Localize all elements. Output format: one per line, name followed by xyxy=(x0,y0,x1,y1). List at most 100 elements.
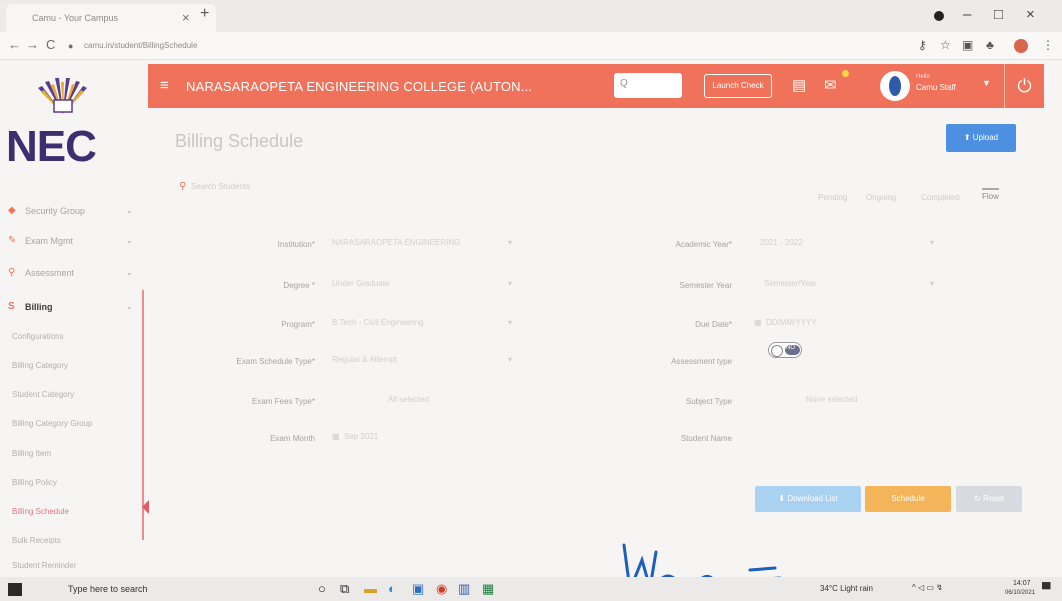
semester-year-select[interactable]: Semester/Year xyxy=(764,279,817,288)
sidebar-subitem-label: Student Category xyxy=(12,390,75,399)
sidebar-subitem-label: Billing Category xyxy=(12,361,69,370)
sidebar-subitem-student-category[interactable]: Student Category xyxy=(0,386,148,406)
tab-pending[interactable]: Pending xyxy=(818,193,847,202)
sidebar-subitem-billing-category[interactable]: Billing Category xyxy=(0,357,148,377)
chevron-down-icon[interactable]: ▼ xyxy=(982,78,991,88)
degree-select[interactable]: Under Graduate xyxy=(332,279,389,288)
excel-icon[interactable]: ▦ xyxy=(482,581,494,597)
sidebar-item-label: Assessment xyxy=(25,268,75,278)
sidebar-item-label: Billing xyxy=(25,302,53,312)
assessment-type-toggle[interactable]: NO xyxy=(768,342,802,358)
windows-start-icon[interactable] xyxy=(8,583,22,596)
logo-text: NEC xyxy=(6,122,97,171)
profile-icon[interactable] xyxy=(1014,39,1028,53)
download-list-button[interactable]: ⬇ Download List xyxy=(755,486,861,512)
sidebar-subitem-billing-schedule[interactable]: Billing Schedule xyxy=(0,503,148,523)
exam-fees-type-select[interactable]: All selected xyxy=(388,395,429,404)
system-tray-icons[interactable]: ^ ◁ ▭ ↯ xyxy=(912,583,943,592)
schedule-button[interactable]: Schedule xyxy=(865,486,951,512)
record-icon xyxy=(934,11,944,21)
app-header: ≡ NARASARAOPETA ENGINEERING COLLEGE (AUT… xyxy=(148,64,1044,108)
sidebar-item-label: Security Group xyxy=(25,206,86,216)
header-search-input[interactable]: Q xyxy=(614,73,682,98)
sidebar-subitem-configurations[interactable]: Configurations xyxy=(0,328,148,348)
launch-check-button[interactable]: Launch Check xyxy=(704,74,772,98)
list-icon[interactable]: ▤ xyxy=(792,76,806,94)
sidebar-subitem-billing-item[interactable]: Billing Item xyxy=(0,445,148,465)
chrome-icon[interactable]: ◉ xyxy=(436,581,447,597)
subject-type-label: Subject Type xyxy=(685,397,732,406)
program-select[interactable]: B.Tech - Civil Engineering xyxy=(332,318,424,327)
chevron-down-icon: ⌄ xyxy=(126,268,133,277)
store-icon[interactable]: ▣ xyxy=(412,581,424,597)
sidebar-item-assessment[interactable]: ⚲ Assessment ⌄ xyxy=(0,263,148,285)
back-icon[interactable]: ← xyxy=(8,37,21,52)
academic-year-select[interactable]: 2021 - 2022 xyxy=(760,238,803,247)
exam-month-input[interactable]: Sep 2021 xyxy=(344,432,378,441)
student-name-label: Student Name xyxy=(680,434,732,443)
shield-icon: ◆ xyxy=(8,205,16,216)
sidebar-subitem-billing-category-group[interactable]: Billing Category Group xyxy=(0,415,148,435)
institution-select[interactable]: NARASARAOPETA ENGINEERING xyxy=(332,238,460,247)
lock-icon: ● xyxy=(68,41,74,51)
maximize-icon[interactable]: □ xyxy=(994,6,1003,23)
exam-schedule-type-select[interactable]: Regular & Attempt xyxy=(332,355,397,364)
taskbar: Type here to search ○ ⧉ ▬ ◐ ▣ ◉ ▥ ▦ 34°C… xyxy=(0,577,1062,601)
minimize-icon[interactable]: – xyxy=(963,6,971,23)
reload-icon[interactable]: C xyxy=(46,37,55,52)
task-view-icon[interactable]: ⧉ xyxy=(340,581,349,597)
cortana-icon[interactable]: ○ xyxy=(318,581,326,596)
sidebar-subitem-label: Bulk Receipts xyxy=(12,536,61,545)
upload-button[interactable]: ⬆ Upload xyxy=(946,124,1016,152)
url-text[interactable]: camu.in/student/BillingSchedule xyxy=(84,41,197,50)
chevron-down-icon: ▾ xyxy=(508,355,513,364)
sidebar-item-billing[interactable]: S Billing ⌄ xyxy=(0,297,148,319)
subject-type-select[interactable]: None selected xyxy=(806,395,857,404)
kebab-icon[interactable]: ⋮ xyxy=(1042,38,1054,52)
edge-icon[interactable]: ◐ xyxy=(388,581,396,596)
chevron-down-icon: ⌄ xyxy=(126,236,133,245)
power-icon[interactable]: ⏻ xyxy=(1004,64,1044,108)
browser-tab[interactable]: Camu - Your Campus × xyxy=(6,4,216,32)
sidebar-subitem-label: Billing Category Group xyxy=(12,419,93,428)
key-icon[interactable]: ⚷ xyxy=(918,38,927,52)
close-window-icon[interactable]: × xyxy=(1026,6,1035,23)
tab-completed[interactable]: Completed xyxy=(921,193,960,202)
sidebar-subitem-billing-policy[interactable]: Billing Policy xyxy=(0,474,148,494)
avatar[interactable] xyxy=(880,71,910,101)
sidebar-subitem-student-reminder[interactable]: Student Reminder xyxy=(0,557,148,577)
user-role: Hello xyxy=(916,74,930,80)
close-icon[interactable]: × xyxy=(182,10,190,25)
mail-icon[interactable]: ✉ xyxy=(824,76,837,94)
plus-icon[interactable]: + xyxy=(200,5,209,23)
clock-time[interactable]: 14:07 xyxy=(1013,580,1031,587)
tab-title: Camu - Your Campus xyxy=(32,13,119,23)
sidebar-subitem-bulk-receipts[interactable]: Bulk Receipts xyxy=(0,532,148,552)
student-search-input[interactable]: Search Students xyxy=(191,182,250,191)
tab-flow[interactable]: Flow xyxy=(982,188,999,201)
clock-date[interactable]: 06/10/2021 xyxy=(1005,590,1035,596)
program-label: Program* xyxy=(281,320,315,329)
institution-label: Institution* xyxy=(277,240,315,249)
taskbar-search-input[interactable]: Type here to search xyxy=(68,584,148,594)
notification-icon[interactable]: ▀ xyxy=(1042,582,1051,596)
sidebar-item-security-group[interactable]: ◆ Security Group ⌄ xyxy=(0,201,148,223)
weather-text[interactable]: 34°C Light rain xyxy=(820,584,873,593)
app-icon[interactable]: ▥ xyxy=(458,581,470,597)
address-bar: ← → C ● camu.in/student/BillingSchedule … xyxy=(0,32,1062,60)
due-date-input[interactable]: DD/MM/YYYY xyxy=(766,318,817,327)
file-explorer-icon[interactable]: ▬ xyxy=(364,581,377,596)
star-icon[interactable]: ☆ xyxy=(940,38,951,52)
sidebar-item-exam-mgmt[interactable]: ✎ Exam Mgmt ⌄ xyxy=(0,231,148,253)
hamburger-icon[interactable]: ≡ xyxy=(160,77,169,94)
calendar-icon: ▦ xyxy=(332,432,340,441)
tab-ongoing[interactable]: Ongoing xyxy=(866,193,896,202)
college-name: NARASARAOPETA ENGINEERING COLLEGE (AUTON… xyxy=(186,79,533,94)
chevron-down-icon: ▾ xyxy=(930,238,935,247)
forward-icon[interactable]: → xyxy=(26,37,39,52)
sidebar-subitem-label: Billing Schedule xyxy=(12,507,69,516)
degree-label: Degree * xyxy=(283,281,315,290)
extensions-icon[interactable]: ▣ xyxy=(962,38,973,52)
reset-button[interactable]: ↻ Reset xyxy=(956,486,1022,512)
puzzle-icon[interactable]: ♣ xyxy=(986,38,994,52)
